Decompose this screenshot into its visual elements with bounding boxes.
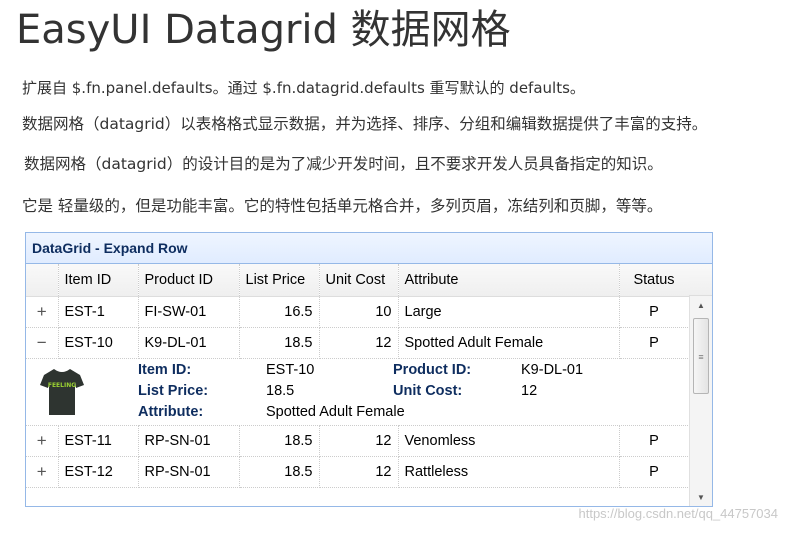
expand-icon[interactable]: + (26, 296, 59, 328)
column-header-product-id[interactable]: Product ID (138, 264, 240, 297)
detail-value-attribute: Spotted Adult Female (266, 403, 405, 420)
datagrid-table: Item ID Product ID List Price Unit Cost … (26, 264, 690, 488)
detail-values-right: K9-DL-01 12 (521, 360, 583, 402)
datagrid-title: DataGrid - Expand Row (26, 233, 712, 264)
detail-label-product-id: Product ID: (393, 361, 472, 378)
cell-list-price: 18.5 (239, 327, 320, 359)
table-row[interactable]: + EST-12 RP-SN-01 18.5 12 Rattleless P (26, 456, 690, 488)
cell-status: P (619, 425, 690, 457)
column-header-item-id[interactable]: Item ID (58, 264, 139, 297)
cell-item-id: EST-11 (58, 425, 139, 457)
cell-list-price: 18.5 (239, 456, 320, 488)
expand-icon[interactable]: + (26, 425, 59, 457)
cell-attribute: Rattleless (398, 456, 620, 488)
row-detail-panel: FEELING Item ID: List Price: Attribute: … (26, 359, 688, 425)
detail-label-item-id: Item ID: (138, 361, 192, 378)
column-header-unit-cost[interactable]: Unit Cost (319, 264, 399, 297)
cell-list-price: 18.5 (239, 425, 320, 457)
scroll-down-icon[interactable]: ▼ (690, 490, 712, 506)
datagrid-body: Item ID Product ID List Price Unit Cost … (26, 264, 712, 506)
detail-value-unit-cost: 12 (521, 382, 538, 399)
cell-attribute: Spotted Adult Female (398, 327, 620, 359)
cell-product-id: K9-DL-01 (138, 327, 240, 359)
cell-status: P (619, 296, 690, 328)
cell-status: P (619, 456, 690, 488)
datagrid-panel: DataGrid - Expand Row Item ID Product ID… (25, 232, 713, 507)
column-header-list-price[interactable]: List Price (239, 264, 320, 297)
detail-value-item-id: EST-10 (266, 361, 315, 378)
cell-unit-cost: 12 (319, 327, 399, 359)
cell-list-price: 16.5 (239, 296, 320, 328)
cell-unit-cost: 12 (319, 425, 399, 457)
column-header-status[interactable]: Status (619, 264, 690, 297)
table-row[interactable]: − EST-10 K9-DL-01 18.5 12 Spotted Adult … (26, 327, 690, 359)
cell-product-id: FI-SW-01 (138, 296, 240, 328)
intro-paragraph-2: 数据网格（datagrid）以表格格式显示数据，并为选择、排序、分组和编辑数据提… (22, 115, 708, 133)
expand-icon[interactable]: + (26, 456, 59, 488)
detail-row: FEELING Item ID: List Price: Attribute: … (26, 358, 690, 426)
collapse-icon[interactable]: − (26, 327, 59, 359)
detail-values-left: EST-10 18.5 Spotted Adult Female (266, 360, 405, 423)
cell-unit-cost: 12 (319, 456, 399, 488)
vertical-scrollbar[interactable]: ▲ ≡ ▼ (689, 296, 712, 506)
detail-labels-right: Product ID: Unit Cost: (393, 360, 471, 402)
watermark: https://blog.csdn.net/qq_44757034 (578, 506, 779, 521)
header-row: Item ID Product ID List Price Unit Cost … (26, 264, 690, 297)
tshirt-print-text: FEELING (48, 382, 76, 389)
cell-status: P (619, 327, 690, 359)
cell-item-id: EST-10 (58, 327, 139, 359)
scrollbar-thumb[interactable]: ≡ (693, 318, 709, 394)
cell-attribute: Venomless (398, 425, 620, 457)
cell-item-id: EST-1 (58, 296, 139, 328)
intro-paragraph-1: 扩展自 $.fn.panel.defaults。通过 $.fn.datagrid… (22, 79, 585, 97)
column-header-expander (26, 264, 59, 297)
cell-attribute: Large (398, 296, 620, 328)
detail-labels-left: Item ID: List Price: Attribute: (138, 360, 208, 423)
detail-value-product-id: K9-DL-01 (521, 361, 584, 378)
table-row[interactable]: + EST-1 FI-SW-01 16.5 10 Large P (26, 296, 690, 328)
cell-product-id: RP-SN-01 (138, 456, 240, 488)
detail-label-list-price: List Price: (138, 382, 209, 399)
detail-label-attribute: Attribute: (138, 403, 204, 420)
detail-label-unit-cost: Unit Cost: (393, 382, 463, 399)
tshirt-icon: FEELING (40, 368, 84, 415)
page-title: EasyUI Datagrid 数据网格 (16, 7, 511, 53)
table-row[interactable]: + EST-11 RP-SN-01 18.5 12 Venomless P (26, 425, 690, 457)
intro-paragraph-4: 它是 轻量级的，但是功能丰富。它的特性包括单元格合并，多列页眉，冻结列和页脚，等… (22, 197, 663, 215)
column-header-attribute[interactable]: Attribute (398, 264, 620, 297)
cell-product-id: RP-SN-01 (138, 425, 240, 457)
cell-unit-cost: 10 (319, 296, 399, 328)
intro-paragraph-3: 数据网格（datagrid）的设计目的是为了减少开发时间，且不要求开发人员具备指… (24, 155, 663, 173)
cell-item-id: EST-12 (58, 456, 139, 488)
header-filler (689, 264, 712, 296)
detail-value-list-price: 18.5 (266, 382, 295, 399)
scroll-up-icon[interactable]: ▲ (690, 298, 712, 314)
